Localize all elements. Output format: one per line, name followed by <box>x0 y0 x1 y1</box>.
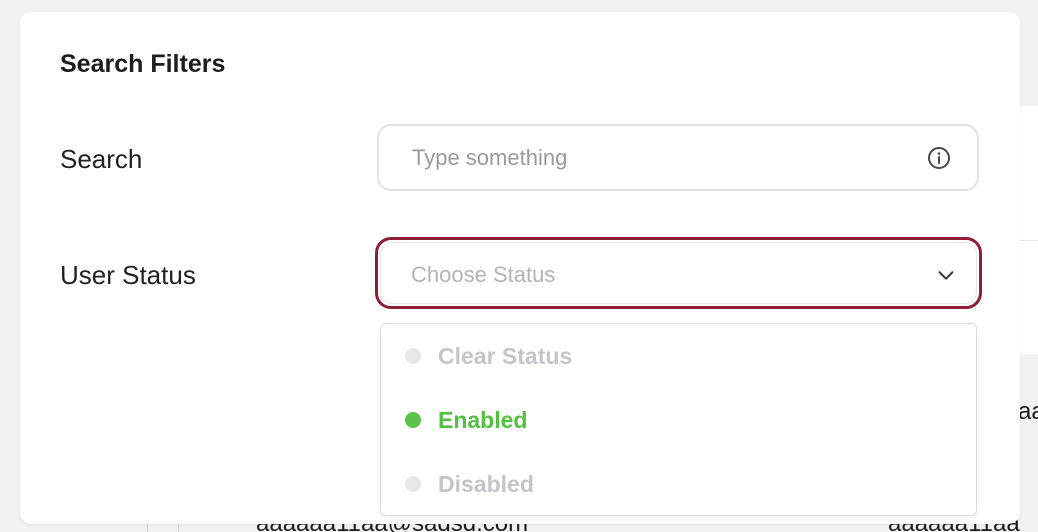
status-option-clear[interactable]: Clear Status <box>381 328 976 384</box>
status-placeholder: Choose Status <box>411 262 556 287</box>
panel-title: Search Filters <box>60 50 226 78</box>
status-dropdown-menu: Clear Status Enabled Disabled <box>380 323 977 516</box>
search-placeholder: Type something <box>412 145 568 170</box>
search-filters-panel: Search Filters Search Type something Use… <box>20 12 1020 524</box>
info-icon[interactable] <box>927 146 951 170</box>
user-status-label: User Status <box>60 260 196 290</box>
status-option-disabled[interactable]: Disabled <box>381 456 976 512</box>
status-dot-icon <box>405 412 421 428</box>
status-dot-icon <box>405 348 421 364</box>
status-option-enabled[interactable]: Enabled <box>381 392 976 448</box>
status-dot-icon <box>405 476 421 492</box>
search-label: Search <box>60 144 143 174</box>
chevron-down-icon[interactable] <box>935 264 957 286</box>
search-input[interactable]: Type something <box>377 124 979 191</box>
background-text-fragment: aa <box>1018 398 1038 425</box>
option-label: Clear Status <box>438 343 573 369</box>
option-label: Disabled <box>438 471 534 497</box>
user-status-select[interactable]: Choose Status <box>375 237 982 309</box>
option-label: Enabled <box>438 407 528 433</box>
